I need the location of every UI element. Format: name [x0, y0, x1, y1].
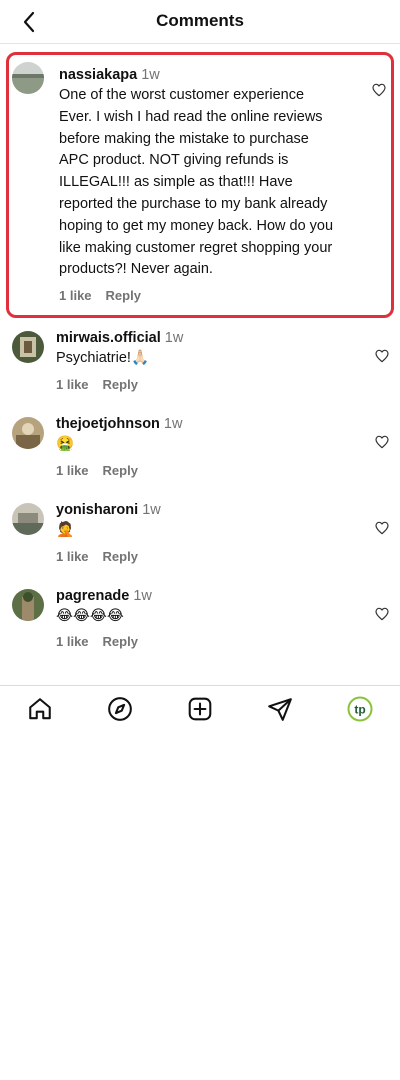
comment-time: 1w: [141, 67, 160, 83]
home-icon: [29, 697, 51, 719]
like-count[interactable]: 1 like: [56, 549, 89, 564]
create-post-icon: [188, 697, 212, 720]
reply-button[interactable]: Reply: [103, 377, 138, 392]
comment-item: yonisharoni 1w 🤦 1 like Reply: [0, 490, 400, 576]
reply-button[interactable]: Reply: [103, 634, 138, 649]
reply-button[interactable]: Reply: [103, 463, 138, 478]
like-count[interactable]: 1 like: [56, 634, 89, 649]
header: Comments: [0, 0, 400, 44]
nav-profile[interactable]: tp: [346, 695, 374, 723]
reply-button[interactable]: Reply: [106, 288, 141, 303]
heart-icon[interactable]: [374, 348, 390, 364]
comment-username[interactable]: yonisharoni: [56, 502, 138, 518]
comment-time: 1w: [142, 501, 161, 518]
avatar-image: [12, 588, 44, 621]
avatar-image: [12, 331, 44, 364]
heart-icon[interactable]: [374, 520, 390, 536]
like-count[interactable]: 1 like: [56, 377, 89, 392]
profile-avatar-icon: tp: [347, 696, 373, 721]
bottom-nav: tp: [0, 685, 400, 731]
page-title: Comments: [156, 11, 244, 30]
comment-item: nassiakapa 1w One of the worst customer e…: [6, 52, 394, 319]
avatar[interactable]: [12, 416, 44, 449]
heart-icon[interactable]: [374, 606, 390, 622]
comment-item: mirwais.official 1w Psychiatrie!🙏🏻 1 like…: [0, 318, 400, 404]
profile-initials: tp: [354, 702, 365, 716]
comment-time: 1w: [163, 415, 183, 432]
comment-username[interactable]: nassiakapa: [59, 67, 137, 83]
nav-explore[interactable]: [106, 695, 134, 723]
comment-text: 🤮: [56, 435, 75, 452]
avatar-image: [12, 416, 44, 449]
avatar[interactable]: [12, 62, 44, 94]
comment-time: 1w: [164, 330, 184, 347]
comment-item: pagrenade 1w 😂😂😂😂 1 like Reply: [0, 576, 400, 662]
comment-username[interactable]: thejoetjohnson: [56, 416, 160, 432]
avatar[interactable]: [12, 502, 44, 535]
explore-compass-icon: [108, 696, 132, 721]
nav-create[interactable]: [186, 695, 214, 723]
direct-message-icon: [268, 697, 292, 721]
comment-username[interactable]: mirwais.official: [56, 330, 161, 346]
avatar[interactable]: [12, 588, 44, 621]
comment-time: 1w: [133, 587, 152, 604]
nav-direct[interactable]: [266, 695, 294, 723]
like-count[interactable]: 1 like: [56, 463, 89, 478]
comment-text: One of the worst customer experience Eve…: [59, 87, 334, 278]
avatar-image: [12, 502, 44, 535]
comment-list: nassiakapa 1w One of the worst customer e…: [0, 50, 400, 661]
comment-text: 😂😂😂😂: [56, 607, 124, 624]
avatar[interactable]: [12, 331, 44, 364]
comment-item: thejoetjohnson 1w 🤮 1 like Reply: [0, 404, 400, 490]
reply-button[interactable]: Reply: [103, 549, 138, 564]
avatar-image: [12, 62, 44, 94]
comment-username[interactable]: pagrenade: [56, 588, 129, 604]
heart-icon[interactable]: [371, 82, 387, 98]
like-count[interactable]: 1 like: [59, 288, 92, 303]
comment-text: Psychiatrie!🙏🏻: [56, 350, 149, 367]
comment-text: 🤦: [56, 521, 75, 538]
heart-icon[interactable]: [374, 434, 390, 450]
nav-home[interactable]: [26, 695, 54, 723]
